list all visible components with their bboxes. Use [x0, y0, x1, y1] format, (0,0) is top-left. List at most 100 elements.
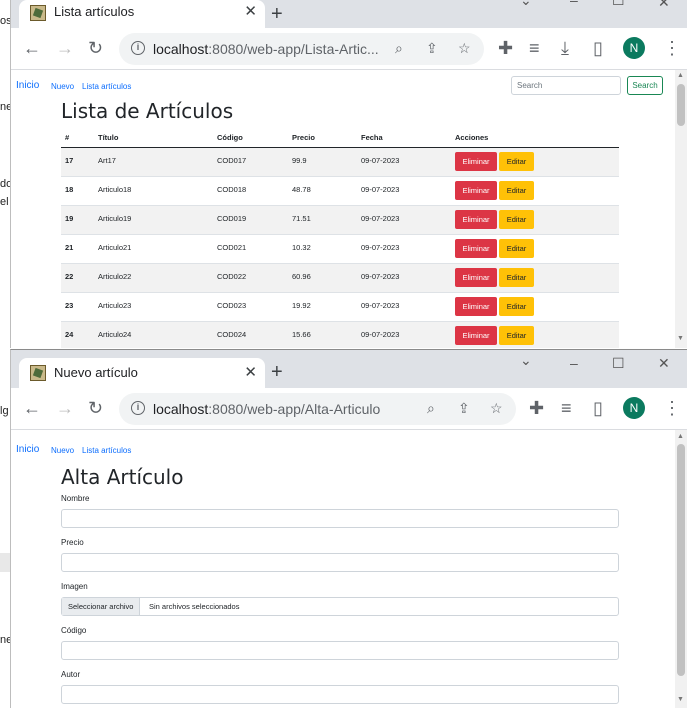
scroll-down-arrow-icon[interactable]: ▼	[677, 696, 684, 703]
menu-kebab-icon[interactable]: ⋮	[663, 38, 681, 58]
download-icon[interactable]: ⤓	[561, 38, 569, 58]
reading-list-icon[interactable]: ≡	[529, 38, 540, 58]
edit-button[interactable]: Editar	[499, 238, 534, 258]
nav-nuevo-link[interactable]: Nuevo	[51, 446, 74, 455]
maximize-icon[interactable]: ☐	[612, 0, 625, 9]
page-scrollbar[interactable]: ▲ ▼	[675, 70, 687, 348]
delete-button[interactable]: Eliminar	[455, 238, 497, 258]
cell-actions: Eliminar Editar	[451, 147, 619, 177]
back-arrow-icon[interactable]: ←	[23, 38, 41, 58]
scroll-thumb[interactable]	[677, 84, 685, 126]
info-icon[interactable]: i	[131, 401, 145, 415]
edit-button[interactable]: Editar	[499, 209, 534, 229]
precio-field[interactable]	[61, 553, 619, 572]
new-tab-icon[interactable]: +	[271, 361, 283, 384]
reading-list-icon[interactable]: ≡	[561, 398, 572, 418]
nombre-field[interactable]	[61, 509, 619, 528]
search-input[interactable]: Search	[511, 76, 621, 95]
close-window-icon[interactable]: ✕	[658, 355, 670, 372]
nav-nuevo-link[interactable]: Nuevo	[51, 82, 74, 91]
col-header-price: Precio	[288, 129, 357, 148]
reload-icon[interactable]: ↻	[88, 38, 103, 58]
cell-actions: Eliminar Editar	[451, 263, 619, 293]
background-bar	[0, 553, 10, 572]
delete-button[interactable]: Eliminar	[455, 267, 497, 287]
forward-arrow-icon[interactable]: →	[56, 398, 74, 418]
codigo-label: Código	[61, 626, 87, 635]
page-viewport: Inicio Nuevo Lista artículos Search Sear…	[11, 70, 675, 348]
delete-button[interactable]: Eliminar	[455, 296, 497, 316]
reload-icon[interactable]: ↻	[88, 398, 103, 418]
cell-title: Articulo18	[94, 176, 213, 206]
zoom-icon[interactable]: ⌕	[395, 40, 403, 57]
choose-file-button[interactable]: Seleccionar archivo	[62, 598, 141, 615]
forward-arrow-icon[interactable]: →	[56, 38, 74, 58]
side-panel-icon[interactable]: ▯	[593, 38, 603, 58]
nav-lista-link[interactable]: Lista artículos	[82, 82, 131, 91]
nombre-label: Nombre	[61, 494, 90, 503]
page-scrollbar[interactable]: ▲ ▼	[675, 430, 687, 708]
delete-button[interactable]: Eliminar	[455, 209, 497, 229]
search-button[interactable]: Search	[627, 76, 663, 95]
side-panel-icon[interactable]: ▯	[593, 398, 603, 418]
tab-lista-articulos[interactable]: Lista artículos ✕	[19, 0, 265, 28]
table-row: 22 Articulo22 COD022 60.96 09-07-2023 Elimina…	[61, 263, 619, 293]
col-header-date: Fecha	[357, 129, 451, 148]
table-row: 18 Articulo18 COD018 48.78 09-07-2023 Elimina…	[61, 176, 619, 206]
scroll-up-arrow-icon[interactable]: ▲	[677, 433, 684, 440]
close-tab-icon[interactable]: ✕	[244, 363, 257, 381]
table-header-row: # Título Código Precio Fecha Acciones	[61, 129, 619, 148]
info-icon[interactable]: i	[131, 41, 145, 55]
bookmark-star-icon[interactable]: ☆	[458, 40, 471, 57]
address-bar[interactable]: i localhost:8080/web-app/Lista-Artic... …	[119, 33, 484, 65]
imagen-file-input[interactable]: Seleccionar archivo Sin archivos selecci…	[61, 597, 619, 616]
cell-date: 09-07-2023	[357, 205, 451, 235]
edit-button[interactable]: Editar	[499, 267, 534, 287]
nav-lista-link[interactable]: Lista artículos	[82, 446, 131, 455]
autor-field[interactable]	[61, 685, 619, 704]
zoom-icon[interactable]: ⌕	[427, 400, 435, 417]
tab-nuevo-articulo[interactable]: Nuevo artículo ✕	[19, 358, 265, 388]
avatar[interactable]: N	[623, 397, 645, 419]
close-window-icon[interactable]: ✕	[658, 0, 670, 11]
chevron-down-icon[interactable]: ⌄	[520, 0, 532, 9]
cell-title: Articulo24	[94, 321, 213, 348]
minimize-icon[interactable]: –	[570, 355, 578, 371]
scroll-up-arrow-icon[interactable]: ▲	[677, 72, 684, 79]
share-icon[interactable]: ⇪	[458, 400, 470, 417]
maximize-icon[interactable]: ☐	[612, 355, 625, 372]
bookmark-star-icon[interactable]: ☆	[490, 400, 503, 417]
delete-button[interactable]: Eliminar	[455, 325, 497, 345]
cell-code: COD024	[213, 321, 288, 348]
cell-actions: Eliminar Editar	[451, 176, 619, 206]
col-header-id: #	[61, 129, 94, 148]
nav-inicio-link[interactable]: Inicio	[16, 444, 39, 455]
table-row: 21 Articulo21 COD021 10.32 09-07-2023 Elimina…	[61, 234, 619, 264]
share-icon[interactable]: ⇪	[426, 40, 438, 57]
address-bar[interactable]: i localhost:8080/web-app/Alta-Articulo ⌕…	[119, 393, 516, 425]
back-arrow-icon[interactable]: ←	[23, 398, 41, 418]
precio-label: Precio	[61, 538, 84, 547]
scroll-down-arrow-icon[interactable]: ▼	[677, 335, 684, 342]
chevron-down-icon[interactable]: ⌄	[520, 352, 532, 369]
page-viewport: Inicio Nuevo Lista artículos Alta Artícu…	[11, 430, 675, 708]
new-tab-icon[interactable]: +	[271, 3, 283, 26]
edit-button[interactable]: Editar	[499, 151, 534, 171]
minimize-icon[interactable]: –	[570, 0, 578, 8]
edit-button[interactable]: Editar	[499, 180, 534, 200]
scroll-thumb[interactable]	[677, 444, 685, 676]
nav-inicio-link[interactable]: Inicio	[16, 80, 39, 91]
delete-button[interactable]: Eliminar	[455, 151, 497, 171]
edit-button[interactable]: Editar	[499, 296, 534, 316]
extensions-icon[interactable]: ✚	[529, 398, 544, 418]
close-tab-icon[interactable]: ✕	[244, 2, 257, 20]
menu-kebab-icon[interactable]: ⋮	[663, 398, 681, 418]
cell-code: COD017	[213, 147, 288, 177]
codigo-field[interactable]	[61, 641, 619, 660]
delete-button[interactable]: Eliminar	[455, 180, 497, 200]
cell-id: 22	[61, 263, 94, 293]
extensions-icon[interactable]: ✚	[498, 38, 513, 58]
edit-button[interactable]: Editar	[499, 325, 534, 345]
cell-price: 10.32	[288, 234, 357, 264]
avatar[interactable]: N	[623, 37, 645, 59]
